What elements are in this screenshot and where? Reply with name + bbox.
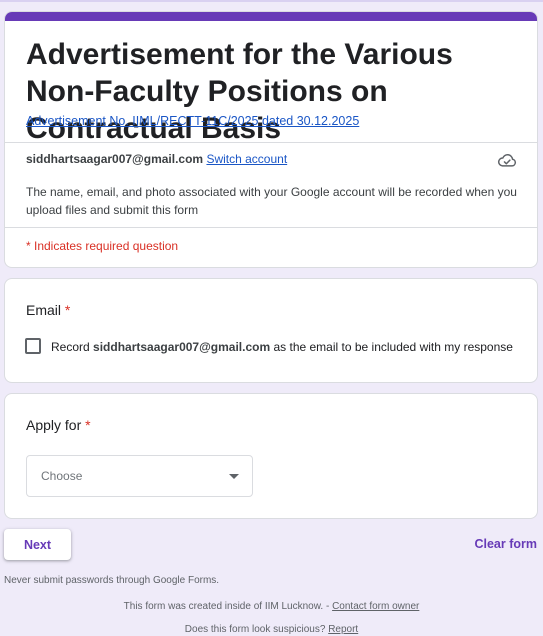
form-created-note: This form was created inside of IIM Luck… [0,601,543,612]
account-line: siddhartsaagar007@gmail.com Switch accou… [26,152,287,166]
required-star: * [85,417,91,433]
checkbox-prefix: Record [51,340,94,354]
apply-for-dropdown[interactable]: Choose [26,455,253,497]
checkbox-email: siddhartsaagar007@gmail.com [93,340,271,354]
form-title: Advertisement for the Various Non-Facult… [26,38,453,145]
apply-question-card: Apply for * Choose [4,393,538,519]
top-strip [0,0,543,2]
record-email-checkbox[interactable] [25,338,41,354]
suspicious-text: Does this form look suspicious? [184,624,329,635]
required-star: * [64,302,71,318]
password-warning: Never submit passwords through Google Fo… [4,575,220,586]
email-question-label: Email * [26,302,70,318]
next-button[interactable]: Next [4,529,71,560]
switch-account-link[interactable]: Switch account [206,152,287,166]
header-accent-bar [5,12,537,21]
email-question-card: Email * Record siddhartsaagar007@gmail.c… [4,278,538,383]
contact-owner-link[interactable]: Contact form owner [332,601,419,612]
dropdown-value: Choose [41,469,83,483]
cloud-sync-icon [497,154,517,167]
suspicious-note: Does this form look suspicious? Report [0,624,543,635]
required-note: * Indicates required question [26,239,179,253]
question-title: Apply for [26,417,82,433]
account-notice: The name, email, and photo associated wi… [26,185,517,217]
form-description-link[interactable]: Advertisement No. IIML/RECTT-11C/2025 da… [26,114,359,128]
record-email-label[interactable]: Record siddhartsaagar007@gmail.com as th… [51,340,513,354]
apply-question-label: Apply for * [26,417,91,433]
form-header-card: Advertisement for the Various Non-Facult… [4,11,538,268]
divider [5,142,537,143]
question-title: Email [26,302,62,318]
clear-form-button[interactable]: Clear form [465,537,537,551]
created-text: This form was created inside of IIM Luck… [123,601,333,612]
divider [5,227,537,228]
dropdown-arrow-icon [229,474,239,479]
checkbox-suffix: as the email to be included with my resp… [270,340,513,354]
report-link[interactable]: Report [328,624,358,635]
account-email: siddhartsaagar007@gmail.com [26,152,204,166]
